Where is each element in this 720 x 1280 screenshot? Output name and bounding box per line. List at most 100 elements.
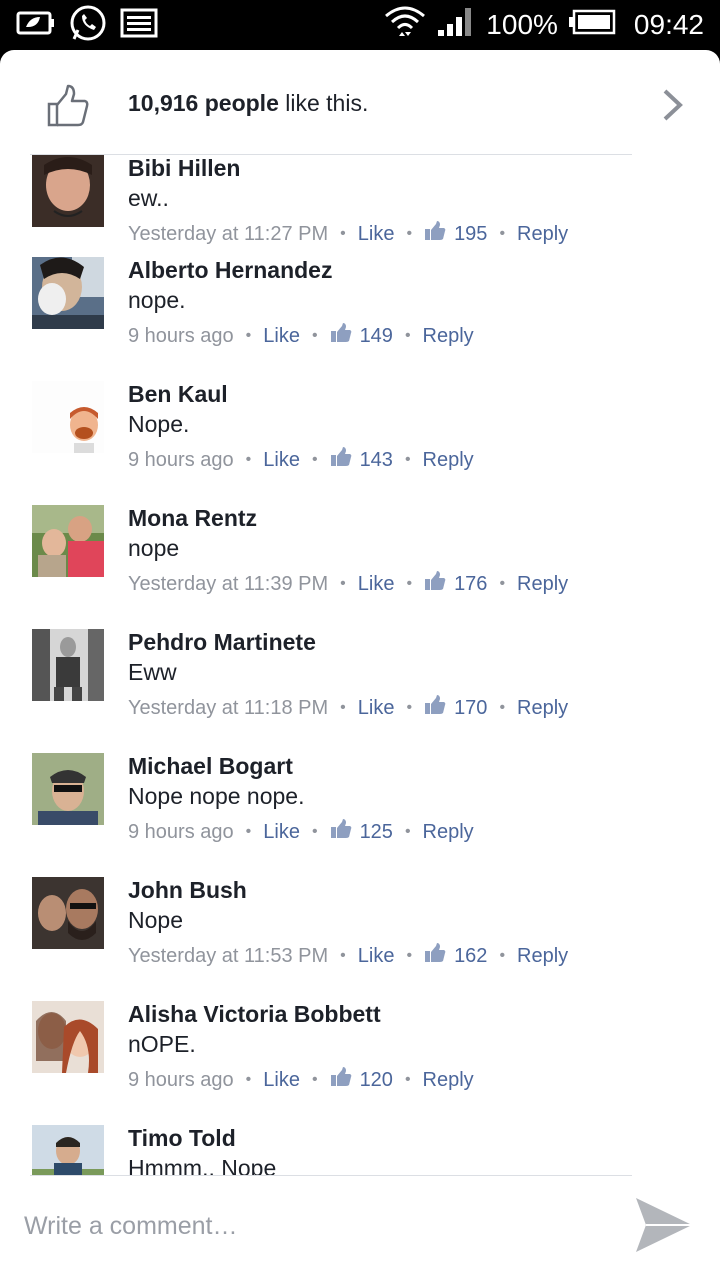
status-bar: 100% 09:42 (0, 0, 720, 50)
reply-button[interactable]: Reply (423, 449, 474, 472)
like-count[interactable]: 170 (454, 697, 487, 720)
comment-meta: Yesterday at 11:18 PM • Like • 170 • Rep… (128, 695, 568, 721)
comment-time: Yesterday at 11:18 PM (128, 696, 329, 719)
comment-item: Pehdro Martinete Eww Yesterday at 11:18 … (0, 611, 720, 735)
comment-time: Yesterday at 11:39 PM (128, 572, 329, 595)
like-count-icon (424, 571, 446, 597)
avatar[interactable] (32, 257, 104, 329)
comment-meta: Yesterday at 11:53 PM • Like • 162 • Rep… (128, 943, 568, 969)
like-count[interactable]: 125 (360, 821, 393, 844)
comment-time: Yesterday at 11:53 PM (128, 944, 329, 967)
separator-dot: • (499, 947, 506, 964)
separator-dot: • (311, 1071, 318, 1088)
like-count-icon (330, 447, 352, 473)
likes-count: 10,916 people (128, 90, 279, 116)
comment-author[interactable]: Pehdro Martinete (128, 629, 316, 656)
comment-author[interactable]: John Bush (128, 877, 247, 904)
avatar[interactable] (32, 753, 104, 825)
reply-button[interactable]: Reply (423, 1069, 474, 1092)
like-count[interactable]: 149 (360, 325, 393, 348)
thumbs-up-outline-icon (46, 84, 90, 133)
like-count[interactable]: 176 (454, 573, 487, 596)
like-button[interactable]: Like (263, 449, 300, 472)
chevron-right-icon[interactable] (660, 88, 686, 127)
reply-button[interactable]: Reply (517, 945, 568, 968)
avatar[interactable] (32, 1001, 104, 1073)
comment-author[interactable]: Timo Told (128, 1125, 236, 1152)
comment-item: John Bush Nope Yesterday at 11:53 PM • L… (0, 859, 720, 983)
separator-dot: • (406, 947, 413, 964)
avatar[interactable] (32, 155, 104, 227)
comment-time: 9 hours ago (128, 448, 234, 471)
clock: 09:42 (633, 9, 704, 40)
separator-dot: • (245, 1071, 252, 1088)
comment-list: Bibi Hillen ew.. Yesterday at 11:27 PM •… (0, 155, 720, 1175)
like-count-icon (424, 695, 446, 721)
comment-meta: 9 hours ago • Like • 143 • Reply (128, 447, 474, 473)
like-button[interactable]: Like (263, 821, 300, 844)
separator-dot: • (340, 575, 346, 592)
battery-icon (568, 9, 616, 42)
separator-dot: • (404, 1071, 411, 1088)
comment-time: 9 hours ago (128, 324, 234, 347)
comments-panel: 10,916 people like this. Bibi Hillen ew.… (0, 50, 720, 1280)
comment-text: ew.. (128, 185, 169, 211)
whatsapp-icon (68, 3, 108, 48)
separator-dot: • (406, 575, 413, 592)
reply-button[interactable]: Reply (423, 821, 474, 844)
comment-input[interactable] (24, 1204, 604, 1248)
like-count-icon (330, 819, 352, 845)
comment-author[interactable]: Ben Kaul (128, 381, 228, 408)
separator-dot: • (499, 575, 506, 592)
separator-dot: • (245, 823, 252, 840)
comment-meta: 9 hours ago • Like • 120 • Reply (128, 1067, 474, 1093)
comment-text: nope. (128, 287, 186, 313)
separator-dot: • (404, 451, 411, 468)
comment-text: Nope. (128, 411, 190, 437)
like-count-icon (424, 943, 446, 969)
avatar[interactable] (32, 381, 104, 453)
avatar[interactable] (32, 629, 104, 701)
reply-button[interactable]: Reply (517, 697, 568, 720)
likes-summary[interactable]: 10,916 people like this. (0, 50, 720, 154)
comment-meta: 9 hours ago • Like • 149 • Reply (128, 323, 474, 349)
like-button[interactable]: Like (358, 573, 395, 596)
send-icon[interactable] (634, 1196, 694, 1259)
avatar[interactable] (32, 877, 104, 949)
comment-meta: 9 hours ago • Like • 125 • Reply (128, 819, 474, 845)
comment-item: Alberto Hernandez nope. 9 hours ago • Li… (0, 239, 720, 363)
avatar[interactable] (32, 505, 104, 577)
battery-percent: 100% (486, 9, 558, 40)
wifi-icon (384, 2, 426, 49)
avatar[interactable] (32, 1125, 104, 1175)
comment-text: Eww (128, 659, 177, 685)
reply-button[interactable]: Reply (423, 325, 474, 348)
separator-dot: • (499, 699, 506, 716)
like-count[interactable]: 120 (360, 1069, 393, 1092)
separator-dot: • (245, 327, 252, 344)
comment-time: 9 hours ago (128, 820, 234, 843)
comment-item: Alisha Victoria Bobbett nOPE. 9 hours ag… (0, 983, 720, 1107)
separator-dot: • (311, 451, 318, 468)
separator-dot: • (406, 699, 413, 716)
comment-author[interactable]: Michael Bogart (128, 753, 293, 780)
likes-text: 10,916 people like this. (128, 90, 368, 117)
like-count-icon (330, 323, 352, 349)
comment-author[interactable]: Alberto Hernandez (128, 257, 332, 284)
comment-author[interactable]: Mona Rentz (128, 505, 257, 532)
comment-item: Ben Kaul Nope. 9 hours ago • Like • 143 … (0, 363, 720, 487)
separator-dot: • (404, 327, 411, 344)
comment-text: Nope (128, 907, 183, 933)
like-count[interactable]: 143 (360, 449, 393, 472)
like-button[interactable]: Like (358, 945, 395, 968)
comment-text: nOPE. (128, 1031, 196, 1057)
separator-dot: • (340, 699, 346, 716)
reply-button[interactable]: Reply (517, 573, 568, 596)
comment-author[interactable]: Alisha Victoria Bobbett (128, 1001, 381, 1028)
comment-text: nope (128, 535, 180, 561)
like-button[interactable]: Like (263, 325, 300, 348)
like-count[interactable]: 162 (454, 945, 487, 968)
like-button[interactable]: Like (358, 697, 395, 720)
comment-author[interactable]: Bibi Hillen (128, 155, 240, 182)
like-button[interactable]: Like (263, 1069, 300, 1092)
